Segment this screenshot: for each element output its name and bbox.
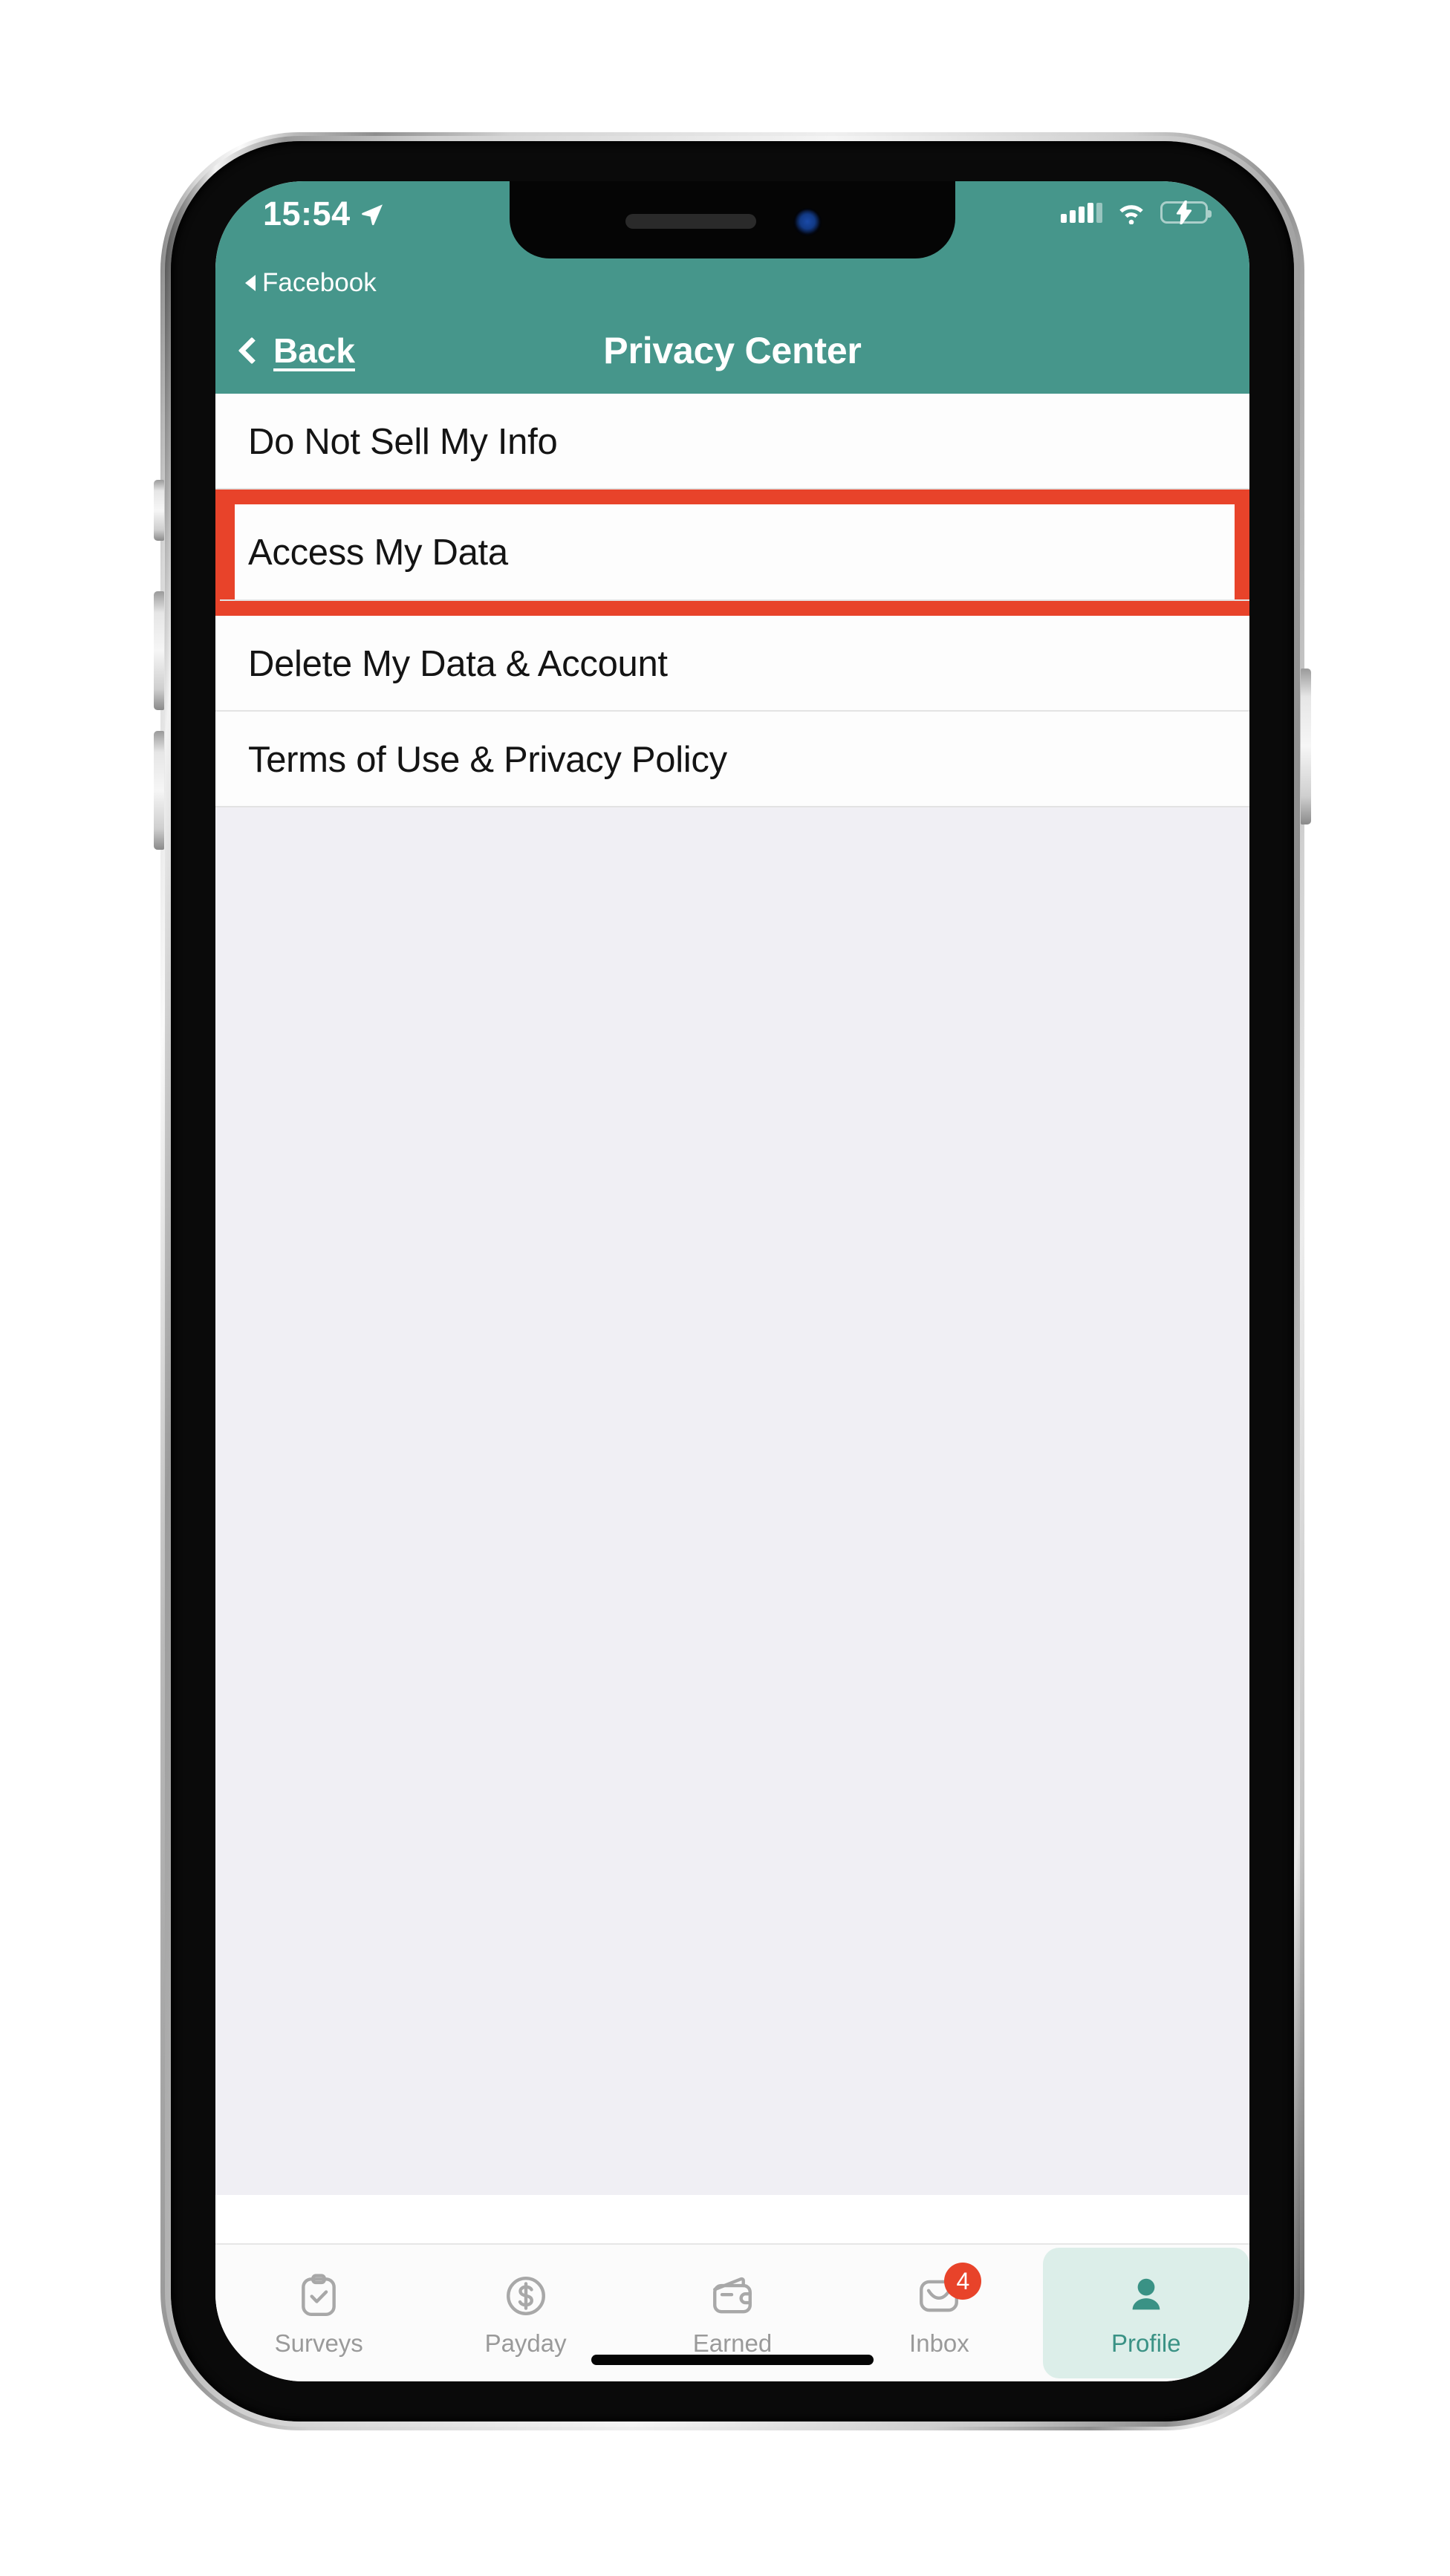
phone-screen: 15:54 Facebook Privacy Center Back Do No… <box>215 181 1249 2381</box>
mute-switch-button[interactable] <box>154 480 164 541</box>
list-item-do-not-sell-my-info[interactable]: Do Not Sell My Info <box>215 394 1249 489</box>
tab-label: Inbox <box>909 2329 969 2357</box>
earpiece-speaker-icon <box>625 214 756 229</box>
navigation-header: Privacy Center Back <box>215 308 1249 394</box>
empty-content-area <box>215 807 1249 2195</box>
wifi-icon <box>1119 205 1143 224</box>
status-bar-time: 15:54 <box>263 195 351 232</box>
back-button[interactable]: Back <box>238 331 355 371</box>
list-item-access-my-data[interactable]: Access My Data <box>215 489 1249 616</box>
home-indicator[interactable] <box>591 2355 874 2365</box>
return-to-app-bar[interactable]: Facebook <box>215 258 1249 308</box>
front-camera-icon <box>793 208 822 236</box>
cellular-signal-icon <box>1061 202 1102 223</box>
phone-device: 15:54 Facebook Privacy Center Back Do No… <box>154 132 1311 2430</box>
power-button[interactable] <box>1301 669 1311 824</box>
back-button-label: Back <box>273 331 355 370</box>
status-bar-right <box>1061 201 1212 224</box>
inbox-unread-badge: 4 <box>944 2263 982 2300</box>
clipboard-check-icon <box>296 2273 342 2319</box>
tab-label: Earned <box>692 2329 773 2357</box>
privacy-options-list: Do Not Sell My Info Access My Data Delet… <box>215 394 1249 807</box>
chevron-left-icon <box>238 336 266 365</box>
phone-notch <box>510 181 955 258</box>
tab-label: Profile <box>1111 2329 1181 2357</box>
page-title: Privacy Center <box>603 330 862 371</box>
person-icon <box>1123 2273 1169 2319</box>
list-item-terms-of-use-and-privacy-policy[interactable]: Terms of Use & Privacy Policy <box>215 712 1249 807</box>
status-bar-left: 15:54 <box>263 195 385 233</box>
tab-label: Payday <box>484 2329 567 2357</box>
list-item-label: Delete My Data & Account <box>248 643 668 684</box>
list-item-label: Access My Data <box>248 533 508 573</box>
triangle-left-icon <box>245 275 256 291</box>
tab-profile[interactable]: Profile <box>1042 2248 1249 2378</box>
wallet-icon <box>709 2273 755 2319</box>
charging-bolt-icon <box>1176 201 1192 224</box>
list-item-label: Do Not Sell My Info <box>248 421 558 462</box>
tab-surveys[interactable]: Surveys <box>215 2245 422 2381</box>
tab-label: Surveys <box>274 2329 363 2357</box>
return-app-label: Facebook <box>262 268 377 297</box>
list-item-label: Terms of Use & Privacy Policy <box>248 739 727 780</box>
volume-down-button[interactable] <box>154 731 164 850</box>
list-item-delete-my-data-and-account[interactable]: Delete My Data & Account <box>215 616 1249 712</box>
envelope-icon: 4 <box>916 2263 982 2319</box>
battery-charging-icon <box>1160 201 1212 224</box>
location-arrow-icon <box>361 204 383 226</box>
volume-up-button[interactable] <box>154 591 164 710</box>
dollar-coin-icon <box>503 2273 549 2319</box>
